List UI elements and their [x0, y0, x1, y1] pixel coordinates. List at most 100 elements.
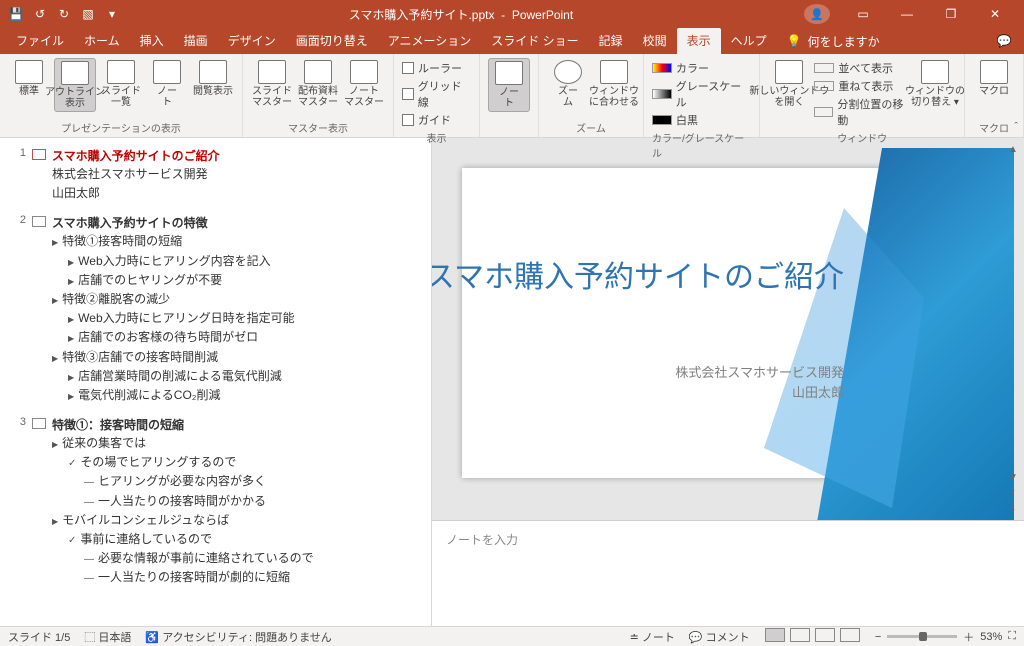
- outline-text[interactable]: モバイルコンシェルジュならば: [52, 511, 419, 530]
- slide-counter[interactable]: スライド 1/5: [8, 629, 70, 645]
- tab-review[interactable]: 校閲: [633, 28, 677, 54]
- slide-title[interactable]: スマホ購入予約サイトの特徴: [52, 214, 208, 231]
- outline-text[interactable]: その場でヒアリングするので: [52, 453, 419, 472]
- outline-text[interactable]: 店舗でのお客様の待ち時間がゼロ: [52, 328, 419, 347]
- account-icon[interactable]: 👤: [804, 4, 830, 24]
- notes-pane-button[interactable]: ノー ト: [488, 58, 530, 112]
- save-icon[interactable]: 💾: [8, 7, 24, 21]
- qat-dropdown-icon[interactable]: ▾: [104, 7, 120, 21]
- minimize-icon[interactable]: —: [888, 7, 926, 21]
- outline-slide-3[interactable]: 3 特徴①：接客時間の短縮: [12, 415, 419, 434]
- outline-text[interactable]: ヒアリングが必要な内容が多く: [52, 472, 419, 491]
- macros-button[interactable]: マクロ: [973, 58, 1015, 99]
- notes-master-button[interactable]: ノート マスター: [343, 58, 385, 110]
- outline-text[interactable]: 電気代削減によるCO₂削減: [52, 386, 419, 405]
- notes-pane[interactable]: ノートを入力: [432, 520, 1024, 626]
- tab-animations[interactable]: アニメーション: [378, 28, 482, 54]
- outline-text[interactable]: 特徴②離脱客の減少: [52, 290, 419, 309]
- scroll-up-icon[interactable]: ▲: [1008, 144, 1018, 158]
- outline-text[interactable]: 特徴③店舗での接客時間削減: [52, 348, 419, 367]
- collapse-ribbon-icon[interactable]: ˆ: [1014, 121, 1018, 133]
- outline-view-button[interactable]: アウトライン 表示: [54, 58, 96, 112]
- outline-slide-1[interactable]: 1 スマホ購入予約サイトのご紹介: [12, 146, 419, 165]
- outline-pane[interactable]: 1 スマホ購入予約サイトのご紹介 株式会社スマホサービス開発 山田太郎 2 スマ…: [0, 138, 432, 626]
- outline-text[interactable]: 特徴①接客時間の短縮: [52, 232, 419, 251]
- outline-text[interactable]: 必要な情報が事前に連絡されているので: [52, 549, 419, 568]
- new-window-button[interactable]: 新しいウィンドウ を開く: [768, 58, 810, 110]
- outline-text[interactable]: Web入力時にヒアリング日時を指定可能: [52, 309, 419, 328]
- app-name: PowerPoint: [512, 8, 573, 22]
- slide-sorter-button[interactable]: スライド 一覧: [100, 58, 142, 110]
- slide-title[interactable]: 特徴①：接客時間の短縮: [52, 416, 184, 433]
- language-indicator[interactable]: ⬚ 日本語: [84, 629, 131, 645]
- move-split-button[interactable]: 分割位置の移動: [814, 96, 910, 128]
- restore-icon[interactable]: ❐: [932, 7, 970, 21]
- slide-title[interactable]: スマホ購入予約サイトのご紹介: [52, 147, 220, 164]
- grayscale-button[interactable]: グレースケール: [652, 78, 751, 110]
- zoom-control[interactable]: − ＋ 53% ⛶: [875, 629, 1016, 645]
- normal-view-icon[interactable]: [765, 628, 785, 642]
- share-icon[interactable]: 💬: [984, 28, 1024, 54]
- outline-text[interactable]: 一人当たりの接客時間がかかる: [52, 492, 419, 511]
- slide-master-button[interactable]: スライド マスター: [251, 58, 293, 110]
- tab-slideshow[interactable]: スライド ショー: [481, 28, 588, 54]
- outline-text[interactable]: 事前に連絡しているので: [52, 530, 419, 549]
- normal-view-button[interactable]: 標準: [8, 58, 50, 99]
- zoom-out-icon[interactable]: −: [875, 631, 881, 643]
- slide-canvas-area[interactable]: スマホ購入予約サイトのご紹介 株式会社スマホサービス開発 山田太郎 ▲ ▼ ⭱ …: [432, 138, 1024, 520]
- outline-text[interactable]: 山田太郎: [52, 184, 419, 203]
- accessibility-status[interactable]: ♿ アクセシビリティ: 問題ありません: [145, 629, 331, 645]
- ribbon-display-icon[interactable]: ▭: [844, 7, 882, 21]
- slide[interactable]: スマホ購入予約サイトのご紹介 株式会社スマホサービス開発 山田太郎: [462, 168, 984, 478]
- color-button[interactable]: カラー: [652, 60, 751, 76]
- outline-text[interactable]: 株式会社スマホサービス開発: [52, 165, 419, 184]
- tab-transitions[interactable]: 画面切り替え: [286, 28, 378, 54]
- tell-me[interactable]: 💡 何をしますか: [777, 28, 890, 54]
- redo-icon[interactable]: ↻: [56, 7, 72, 21]
- reading-view-button[interactable]: 閲覧表示: [192, 58, 234, 99]
- outline-slide-2[interactable]: 2 スマホ購入予約サイトの特徴: [12, 213, 419, 232]
- handout-master-button[interactable]: 配布資料 マスター: [297, 58, 339, 110]
- reading-view-icon[interactable]: [815, 628, 835, 642]
- guides-checkbox[interactable]: ガイド: [402, 112, 471, 128]
- arrange-all-button[interactable]: 並べて表示: [814, 60, 910, 76]
- outline-text[interactable]: 一人当たりの接客時間が劇的に短縮: [52, 568, 419, 587]
- ruler-checkbox[interactable]: ルーラー: [402, 60, 471, 76]
- close-icon[interactable]: ✕: [976, 7, 1014, 21]
- cascade-button[interactable]: 重ねて表示: [814, 78, 910, 94]
- slideshow-view-icon[interactable]: [840, 628, 860, 642]
- from-beginning-icon[interactable]: ▧: [80, 7, 96, 21]
- vertical-scrollbar[interactable]: ▲ ▼ ⭱ ⭳: [1006, 144, 1020, 514]
- zoom-button[interactable]: ズー ム: [547, 58, 589, 110]
- sorter-view-icon[interactable]: [790, 628, 810, 642]
- zoom-in-icon[interactable]: ＋: [963, 629, 974, 645]
- fit-to-window-icon[interactable]: ⛶: [1008, 630, 1016, 643]
- tab-home[interactable]: ホーム: [74, 28, 130, 54]
- undo-icon[interactable]: ↺: [32, 7, 48, 21]
- slide-subtitle-text[interactable]: 株式会社スマホサービス開発 山田太郎: [544, 363, 844, 402]
- next-slide-icon[interactable]: ⭳: [1011, 500, 1015, 514]
- black-white-button[interactable]: 白黒: [652, 112, 751, 128]
- tab-record[interactable]: 記録: [589, 28, 633, 54]
- scroll-down-icon[interactable]: ▼: [1008, 472, 1018, 486]
- switch-windows-button[interactable]: ウィンドウの 切り替え ▾: [914, 58, 956, 110]
- tab-view[interactable]: 表示: [677, 28, 721, 54]
- notes-page-button[interactable]: ノー ト: [146, 58, 188, 110]
- zoom-percent[interactable]: 53%: [980, 631, 1002, 643]
- prev-slide-icon[interactable]: ⭱: [1011, 486, 1015, 500]
- tab-draw[interactable]: 描画: [174, 28, 218, 54]
- outline-text[interactable]: Web入力時にヒアリング内容を記入: [52, 252, 419, 271]
- tab-help[interactable]: ヘルプ: [721, 28, 777, 54]
- outline-text[interactable]: 従来の集客では: [52, 434, 419, 453]
- outline-text[interactable]: 店舗営業時間の削減による電気代削減: [52, 367, 419, 386]
- tab-file[interactable]: ファイル: [6, 28, 74, 54]
- fit-window-button[interactable]: ウィンドウ に合わせる: [593, 58, 635, 110]
- tab-design[interactable]: デザイン: [218, 28, 286, 54]
- comments-toggle[interactable]: 💬 コメント: [689, 629, 750, 645]
- outline-text[interactable]: 店舗でのヒヤリングが不要: [52, 271, 419, 290]
- slide-title-text[interactable]: スマホ購入予約サイトのご紹介: [432, 258, 844, 297]
- gridlines-checkbox[interactable]: グリッド線: [402, 78, 471, 110]
- tab-insert[interactable]: 挿入: [130, 28, 174, 54]
- zoom-slider[interactable]: [887, 635, 957, 638]
- notes-toggle[interactable]: ≐ ノート: [630, 629, 675, 645]
